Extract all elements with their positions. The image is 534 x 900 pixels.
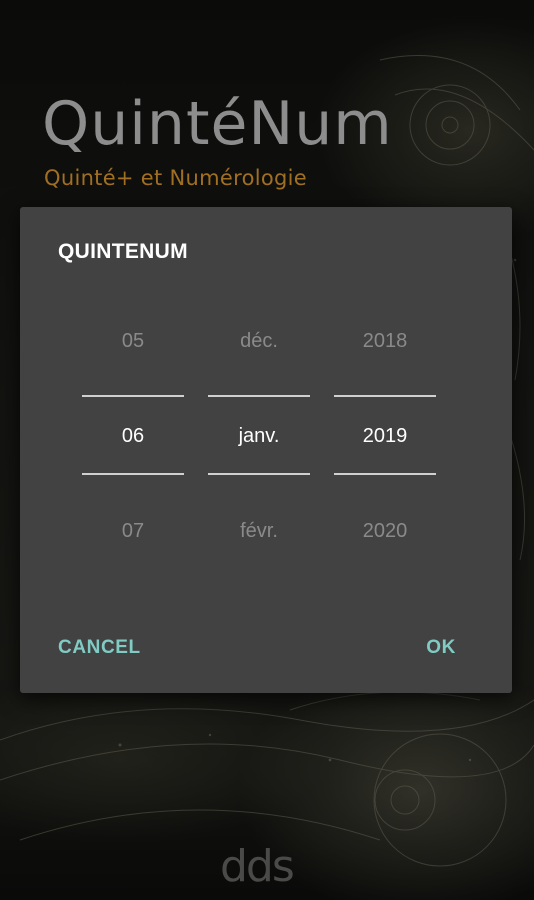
month-divider-bottom xyxy=(208,473,310,475)
year-next-value[interactable]: 2020 xyxy=(334,516,436,546)
year-picker[interactable]: 2018 2019 2020 xyxy=(334,305,436,585)
day-prev-value[interactable]: 05 xyxy=(82,326,184,356)
date-picker-dialog: QUINTENUM 05 06 07 déc. janv. févr. 2018… xyxy=(20,207,512,693)
year-selected-value[interactable]: 2019 xyxy=(334,421,436,451)
ok-button[interactable]: OK xyxy=(426,633,456,663)
day-next-value[interactable]: 07 xyxy=(82,516,184,546)
month-selected-value[interactable]: janv. xyxy=(208,421,310,451)
day-picker[interactable]: 05 06 07 xyxy=(82,305,184,585)
month-divider-top xyxy=(208,395,310,397)
month-next-value[interactable]: févr. xyxy=(208,516,310,546)
year-divider-bottom xyxy=(334,473,436,475)
year-divider-top xyxy=(334,395,436,397)
app-logo-subtitle: Quinté+ et Numérologie xyxy=(44,166,308,190)
footer-logo: dds xyxy=(220,841,295,892)
day-divider-bottom xyxy=(82,473,184,475)
app-logo-title: QuintéNum xyxy=(42,89,393,159)
month-picker[interactable]: déc. janv. févr. xyxy=(208,305,310,585)
app-screen: QuintéNum Quinté+ et Numérologie dds QUI… xyxy=(0,0,534,900)
dialog-title: QUINTENUM xyxy=(58,240,188,263)
day-selected-value[interactable]: 06 xyxy=(82,421,184,451)
day-divider-top xyxy=(82,395,184,397)
month-prev-value[interactable]: déc. xyxy=(208,326,310,356)
cancel-button[interactable]: CANCEL xyxy=(58,633,141,663)
year-prev-value[interactable]: 2018 xyxy=(334,326,436,356)
